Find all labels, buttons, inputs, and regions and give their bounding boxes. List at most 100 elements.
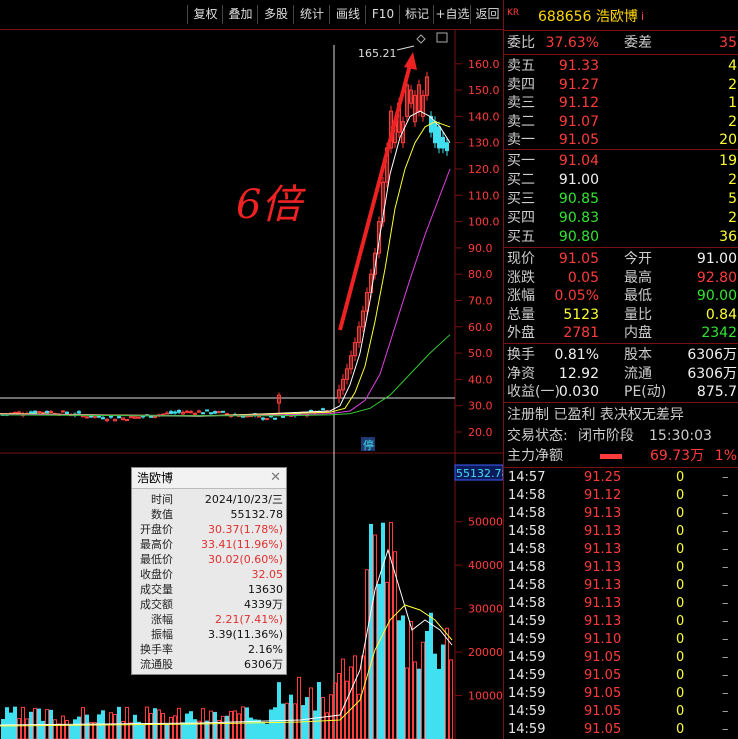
tick-volume: 0 xyxy=(676,632,685,647)
volume-bar xyxy=(449,659,453,739)
tick-price: 91.05 xyxy=(584,668,622,683)
trade-status-label: 交易状态: xyxy=(507,428,568,444)
popup-row: 流通股 6306万 xyxy=(132,657,286,672)
volume-bar xyxy=(365,569,369,739)
stock-header: KR 688656 浩欧博 i xyxy=(504,8,738,28)
volume-bar xyxy=(33,707,37,739)
tick-volume: 0 xyxy=(676,686,685,701)
tick-row: 14:59 91.05 0 – xyxy=(504,685,738,703)
candle-body xyxy=(165,412,169,415)
volume-bar xyxy=(441,644,445,739)
tick-flag: – xyxy=(722,632,729,647)
volume-bar xyxy=(289,694,293,739)
toolbar-button[interactable]: F10 xyxy=(365,5,400,24)
volume-bar xyxy=(393,551,397,739)
candle-body xyxy=(97,415,101,418)
candle-body xyxy=(193,412,197,415)
tick-volume: 0 xyxy=(676,524,685,539)
quote-value: 92.80 xyxy=(696,269,737,286)
trade-status-row: 交易状态: 闭市阶段 15:30:03 xyxy=(504,427,738,445)
volume-bar xyxy=(437,668,441,739)
popup-row: 最高价 33.41(11.96%) xyxy=(132,537,286,552)
quote-value: 0.05% xyxy=(554,288,599,304)
close-icon[interactable]: ✕ xyxy=(270,468,281,488)
volume-bar xyxy=(329,694,333,739)
toolbar-button[interactable]: 标记 xyxy=(399,5,434,24)
toolbar-button[interactable]: 统计 xyxy=(293,5,330,24)
candle-body xyxy=(205,409,209,412)
tick-volume: 0 xyxy=(676,596,685,611)
popup-row-value: 2024/10/23/三 xyxy=(204,493,283,506)
tick-time: 14:58 xyxy=(508,596,546,611)
toolbar-button[interactable]: 多股 xyxy=(257,5,294,24)
popup-row: 最低价 30.02(0.60%) xyxy=(132,552,286,567)
red-trend-arrow xyxy=(338,64,412,331)
tick-time: 14:58 xyxy=(508,524,546,539)
volume-bar xyxy=(421,641,425,739)
popup-title-bar: 浩欧博 ✕ xyxy=(132,468,286,489)
stat-label: 收益(一) xyxy=(507,384,560,400)
volume-tick-label: 20000 xyxy=(468,646,503,659)
buy-price: 91.00 xyxy=(558,172,599,188)
toolbar-button[interactable]: 返回 xyxy=(470,5,504,24)
sell-price: 91.33 xyxy=(558,58,599,74)
sell-order-row: 卖一 91.05 20 xyxy=(504,131,738,149)
stat-label: 流通 xyxy=(624,365,652,382)
buy-level-label: 买一 xyxy=(507,153,535,169)
toolbar-button[interactable]: 画线 xyxy=(329,5,366,24)
buy-price: 90.83 xyxy=(558,210,599,226)
tick-flag: – xyxy=(722,488,729,503)
candle-body xyxy=(213,411,217,414)
price-tick-label: 100.0 xyxy=(468,216,500,229)
sell-price: 91.05 xyxy=(558,132,599,148)
volume-tick-label: 40000 xyxy=(468,559,503,572)
tick-volume: 0 xyxy=(676,704,685,719)
volume-bar xyxy=(149,712,153,739)
toolbar-button[interactable]: +自选 xyxy=(433,5,471,24)
weicha-label: 委差 xyxy=(624,35,652,51)
tick-row: 14:58 91.13 0 – xyxy=(504,577,738,595)
volume-bar xyxy=(53,719,57,739)
limit-marker: 停 xyxy=(363,438,374,452)
candle-body xyxy=(221,410,225,413)
popup-row: 振幅 3.39(11.36%) xyxy=(132,627,286,642)
trade-status-time: 15:30:03 xyxy=(649,428,712,444)
volume-bar xyxy=(321,696,325,739)
candle-body xyxy=(441,136,445,149)
candle-body xyxy=(177,409,181,413)
tick-flag: – xyxy=(722,668,729,683)
tick-flag: – xyxy=(722,704,729,719)
volume-bar xyxy=(125,706,129,739)
volume-tick-label: 30000 xyxy=(468,603,503,616)
toolbar-button[interactable]: 复权 xyxy=(187,5,223,24)
tick-price: 91.05 xyxy=(584,686,622,701)
stat-value: 6306万 xyxy=(687,365,737,382)
tick-time: 14:59 xyxy=(508,632,546,647)
info-icon[interactable]: i xyxy=(641,8,644,26)
candle-body xyxy=(117,416,121,419)
volume-bar xyxy=(333,682,337,739)
toolbar-button[interactable]: 叠加 xyxy=(222,5,258,24)
tick-row: 14:58 91.12 0 – xyxy=(504,487,738,505)
buy-price: 90.80 xyxy=(558,229,599,245)
popup-row: 成交额 4339万 xyxy=(132,597,286,612)
popup-row-label: 涨幅 xyxy=(151,613,173,626)
tick-row: 14:59 91.13 0 – xyxy=(504,613,738,631)
volume-bar xyxy=(313,710,317,739)
main-flow-pct: 1% xyxy=(714,448,737,464)
volume-bar xyxy=(185,713,189,739)
volume-bar xyxy=(221,715,225,739)
tick-flag: – xyxy=(722,614,729,629)
buy-order-row: 买四 90.83 2 xyxy=(504,209,738,227)
weibi-value: 37.63% xyxy=(545,35,599,51)
quote-label: 今开 xyxy=(624,251,652,267)
main-flow-label: 主力净额 xyxy=(507,448,563,464)
tick-price: 91.05 xyxy=(584,722,622,737)
volume-bar xyxy=(353,655,357,739)
tick-row: 14:59 91.05 0 – xyxy=(504,649,738,667)
tick-flag: – xyxy=(722,560,729,575)
volume-bar xyxy=(445,627,449,739)
quote-label: 涨幅 xyxy=(507,288,535,304)
divider xyxy=(504,149,738,150)
buy-order-row: 买五 90.80 36 xyxy=(504,228,738,246)
